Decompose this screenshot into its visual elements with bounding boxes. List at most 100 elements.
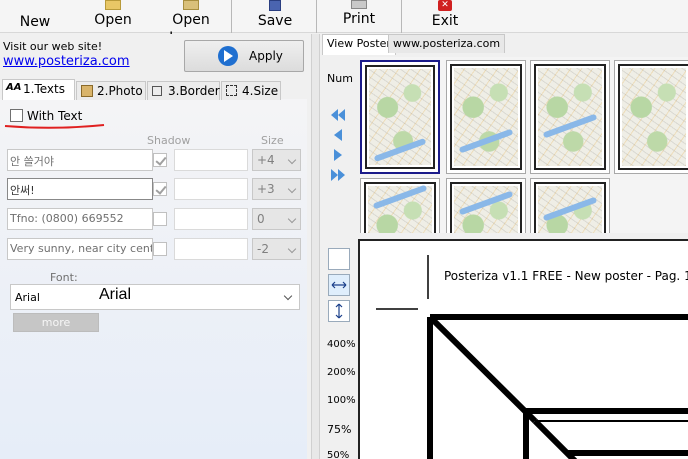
open-button[interactable]: Open [94,0,132,33]
last-page-icon[interactable] [330,168,346,182]
size-value: -2 [257,242,269,256]
website-link[interactable]: www.posteriza.com [3,54,130,69]
zoom-50[interactable]: 50% [327,450,349,459]
zoom-75[interactable]: 75% [327,423,351,436]
font-preview: Arial [99,286,132,303]
red-underline-annotation [4,124,105,129]
checkbox-box [10,109,23,122]
open-image-icon [183,0,199,10]
open-folder-icon [105,0,121,10]
right-panel: View Poster www.posteriza.com Num 400% 2… [320,34,688,459]
open-label: Open [94,12,132,28]
exit-button[interactable]: ✕ Exit [428,0,462,33]
first-page-icon[interactable] [330,108,346,122]
next-page-icon[interactable] [330,148,346,162]
save-button[interactable]: Save [256,0,294,33]
panel-splitter[interactable] [311,34,320,459]
poster-border [450,64,522,170]
poster-border [534,182,606,233]
new-button[interactable]: New [18,0,52,33]
left-panel: Visit our web site! www.posteriza.com Ap… [0,34,311,459]
tab-border[interactable]: 3.Border [147,81,220,100]
toolbar-separator [231,0,232,33]
page-thumbnail[interactable] [446,60,526,174]
text-line-input[interactable]: Very sunny, near city center [7,238,153,260]
page-thumbnail[interactable] [530,178,610,233]
size-column-header: Size [261,134,284,147]
page-thumbnail[interactable] [614,60,688,174]
with-text-label: With Text [27,109,83,123]
tab-texts-label: 1.Texts [23,82,65,96]
poster-border [450,182,522,233]
tab-website[interactable]: www.posteriza.com [388,34,506,53]
exit-label: Exit [431,13,459,29]
font-name-small: Arial [15,291,40,304]
print-label: Print [342,11,376,27]
text-line-input[interactable]: 안써! [7,178,153,200]
size-select[interactable]: +4 [252,149,301,171]
text-line-input[interactable]: Tfno: (0800) 669552 [7,208,153,230]
num-label: Num [327,72,353,85]
page-thumbnail[interactable] [530,60,610,174]
poster-border [364,182,436,233]
chevron-down-icon [287,244,297,254]
poster-title: Posteriza v1.1 FREE - New poster - Pag. … [444,269,688,283]
tab-photo[interactable]: 2.Photo [76,81,146,100]
with-text-checkbox[interactable]: With Text [10,109,82,123]
tab-texts[interactable]: AA 1.Texts [2,79,75,100]
shadow-color-box[interactable] [174,149,248,171]
new-icon [27,0,43,12]
shadow-checkbox[interactable] [153,242,167,256]
zoom-100[interactable]: 100% [327,395,356,406]
chevron-down-icon [287,155,297,165]
open-image-button[interactable]: Open Image [152,0,230,46]
fit-width-icon[interactable] [328,274,350,296]
more-button[interactable]: more [13,313,99,332]
chevron-down-icon [287,214,297,224]
size-value: +4 [257,153,275,167]
poster-border [618,64,688,170]
size-select[interactable]: +3 [252,178,301,200]
size-select[interactable]: 0 [252,208,301,230]
tab-size-label: 4.Size [242,84,279,98]
zoom-200[interactable]: 200% [327,367,356,378]
print-button[interactable]: Print [340,0,378,33]
page-thumbnail[interactable] [360,60,440,174]
size-value: 0 [257,212,265,226]
zoom-toolbar: 400% 200% 100% 75% 50% [320,232,360,459]
tab-view-poster[interactable]: View Poster [322,34,396,55]
tab-size[interactable]: 4.Size [221,81,281,100]
fit-height-icon[interactable] [328,300,350,322]
page-thumbnail[interactable] [360,178,440,233]
page-thumbnails [360,57,688,233]
shadow-color-box[interactable] [174,238,248,260]
shadow-checkbox[interactable] [153,182,167,196]
shadow-color-box[interactable] [174,208,248,230]
poster-preview[interactable]: Posteriza v1.1 FREE - New poster - Pag. … [358,239,688,459]
arrow-right-icon [218,46,238,66]
page-thumbnail[interactable] [446,178,526,233]
shadow-checkbox[interactable] [153,153,167,167]
size-select[interactable]: -2 [252,238,301,260]
previous-page-icon[interactable] [330,128,346,142]
apply-label: Apply [249,49,283,63]
new-label: New [19,14,51,30]
visit-text: Visit our web site! [3,40,103,53]
shadow-color-box[interactable] [174,178,248,200]
poster-border [365,65,435,169]
font-select[interactable]: Arial Arial [10,284,300,310]
toolbar: New Open Open Image Save Print ✕ Exit [0,0,688,46]
text-line-input[interactable]: 안 쓸거야 [7,149,153,171]
font-label: Font: [50,271,78,284]
tab-photo-label: 2.Photo [97,84,143,98]
shadow-checkbox[interactable] [153,212,167,226]
toolbar-separator [316,0,317,33]
shadow-column-header: Shadow [147,134,191,147]
text-style-icon: AA [6,82,22,93]
apply-button[interactable]: Apply [184,40,304,72]
fit-page-icon[interactable] [328,248,350,270]
tab-border-label: 3.Border [168,84,220,98]
chevron-down-icon [283,291,293,301]
zoom-400[interactable]: 400% [327,339,356,350]
resize-icon [226,85,237,96]
